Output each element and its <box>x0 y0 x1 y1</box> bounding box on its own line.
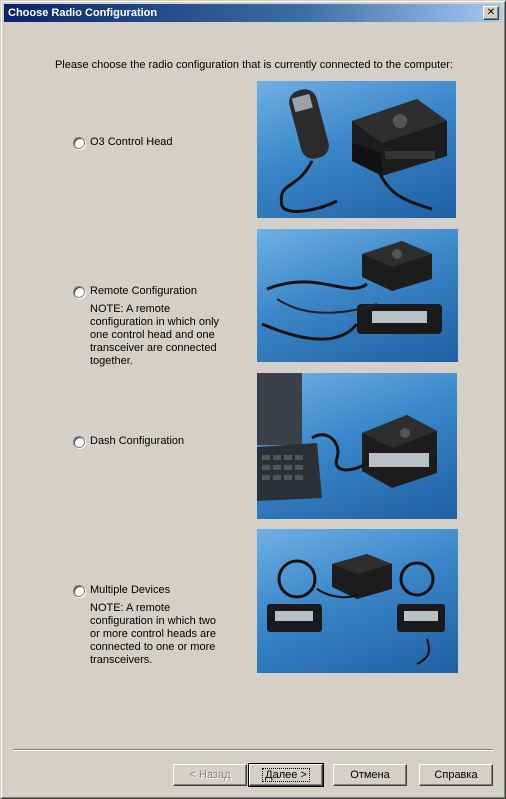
option-label[interactable]: O3 Control Head <box>90 136 173 148</box>
help-button-label: Справка <box>434 769 478 781</box>
title-bar[interactable]: Choose Radio Configuration ✕ <box>4 4 502 22</box>
radio-remote-configuration[interactable] <box>73 286 85 298</box>
back-button-label: < Назад <box>189 769 231 781</box>
option-label[interactable]: Dash Configuration <box>90 435 184 447</box>
close-button[interactable]: ✕ <box>483 6 499 20</box>
option-note: NOTE: A remote configuration in which tw… <box>90 602 216 666</box>
window-title: Choose Radio Configuration <box>8 7 158 19</box>
radio-multiple-devices[interactable] <box>73 585 85 597</box>
next-button[interactable]: Далее > <box>248 763 324 787</box>
dash-configuration-image <box>257 373 457 519</box>
separator <box>13 749 493 751</box>
next-button-label: Далее > <box>262 768 310 782</box>
radio-o3-control-head[interactable] <box>73 137 85 149</box>
option-label[interactable]: Multiple Devices <box>90 584 170 596</box>
instruction-text: Please choose the radio configuration th… <box>54 59 454 71</box>
cancel-button-label: Отмена <box>350 769 390 781</box>
cancel-button[interactable]: Отмена <box>333 764 407 786</box>
remote-configuration-image <box>257 229 458 362</box>
dialog-window: Choose Radio Configuration ✕ Please choo… <box>0 0 506 799</box>
option-note: NOTE: A remote configuration in which on… <box>90 303 220 367</box>
o3-control-head-image <box>257 81 456 218</box>
multiple-devices-image <box>257 529 458 673</box>
back-button[interactable]: < Назад <box>173 764 247 786</box>
close-icon: ✕ <box>486 7 496 18</box>
help-button[interactable]: Справка <box>419 764 493 786</box>
radio-dash-configuration[interactable] <box>73 436 85 448</box>
option-label[interactable]: Remote Configuration <box>90 285 197 297</box>
